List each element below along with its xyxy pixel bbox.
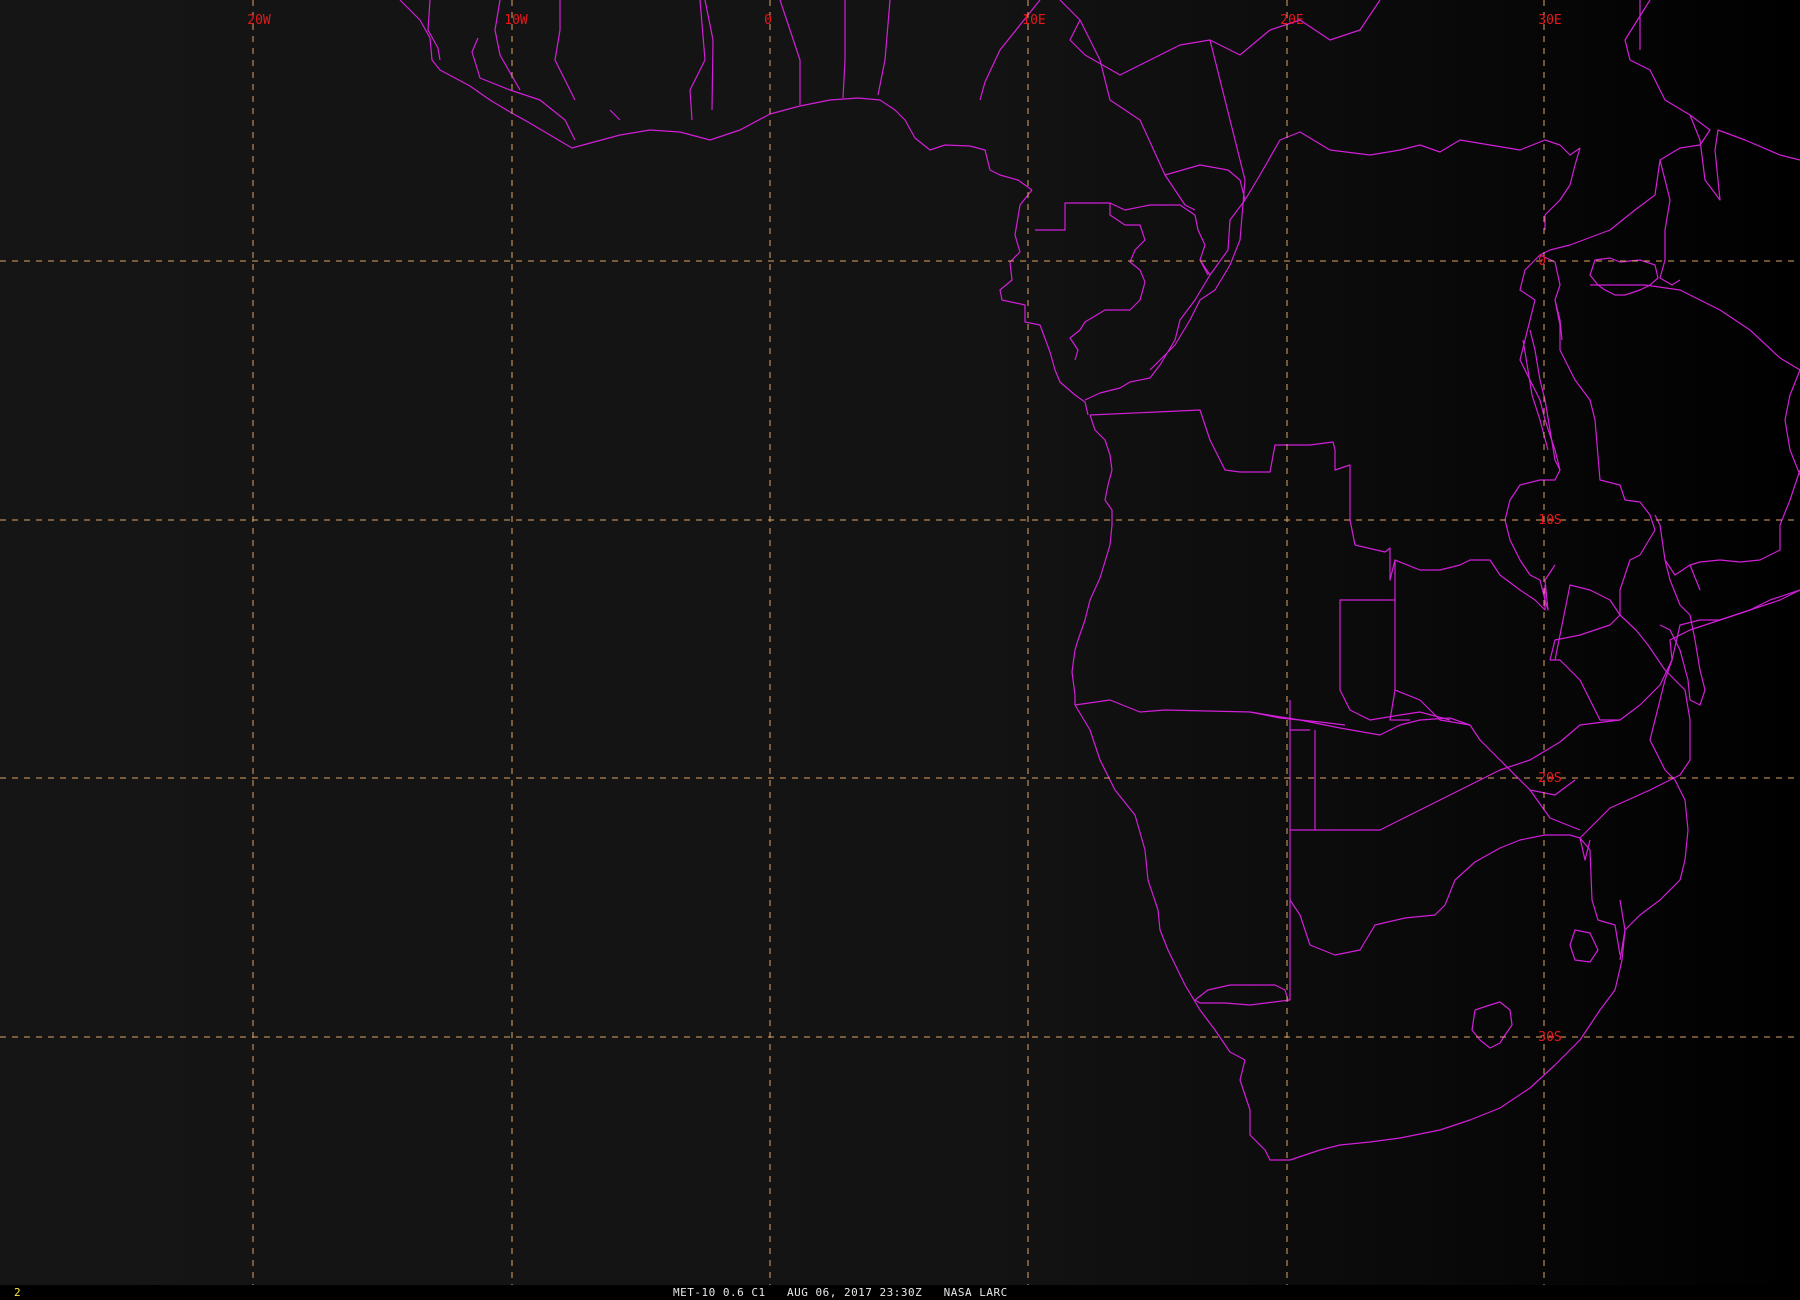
latitude-label-10s: 10S (1538, 513, 1561, 528)
latitude-label-0: 0 (1538, 254, 1546, 269)
longitude-label-30e: 30E (1538, 13, 1561, 28)
satellite-image-viewer: 20W 10W 0 10E 20E 30E 0 10S 20S 30S 2 ME… (0, 0, 1800, 1300)
status-bar: 2 MET-10 0.6 C1 AUG 06, 2017 23:30Z NASA… (0, 1285, 1800, 1300)
latitude-label-30s: 30S (1538, 1030, 1561, 1045)
longitude-label-10e: 10E (1022, 13, 1045, 28)
longitude-label-20e: 20E (1280, 13, 1303, 28)
latitude-label-20s: 20S (1538, 771, 1561, 786)
frame-number: 2 (14, 1286, 21, 1299)
image-caption: MET-10 0.6 C1 AUG 06, 2017 23:30Z NASA L… (673, 1286, 1008, 1299)
longitude-label-20w: 20W (247, 13, 271, 28)
longitude-label-0: 0 (764, 13, 772, 28)
longitude-label-10w: 10W (504, 13, 528, 28)
satellite-imagery-background (0, 0, 1800, 1285)
satellite-map: 20W 10W 0 10E 20E 30E 0 10S 20S 30S (0, 0, 1800, 1285)
